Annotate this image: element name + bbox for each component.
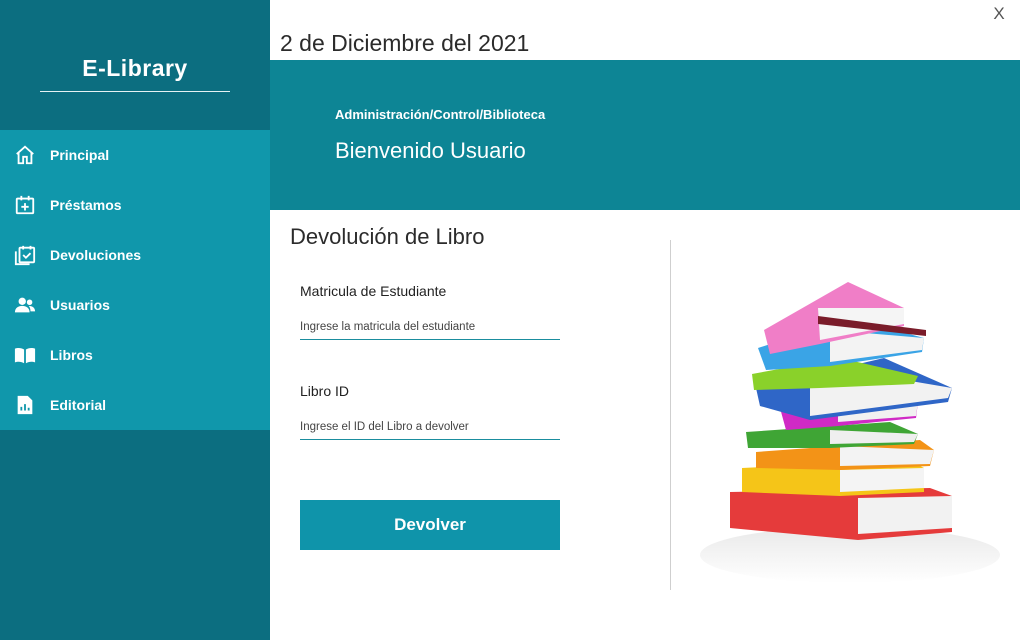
book-id-label: Libro ID (300, 383, 350, 399)
sidebar-item-label: Libros (50, 347, 93, 363)
current-date: 2 de Diciembre del 2021 (280, 30, 530, 56)
calendar-plus-icon (14, 194, 36, 216)
sidebar-item-label: Principal (50, 147, 110, 163)
home-icon (14, 144, 36, 166)
sidebar-item-editorial[interactable]: Editorial (0, 380, 270, 430)
sidebar-item-prestamos[interactable]: Préstamos (0, 180, 270, 230)
divider (670, 240, 671, 590)
sidebar-item-label: Usuarios (50, 297, 110, 313)
sidebar-item-label: Devoluciones (50, 247, 142, 263)
book-stack-illustration (700, 282, 1000, 583)
student-id-input[interactable] (300, 314, 560, 340)
users-icon (14, 294, 36, 316)
student-id-label: Matricula de Estudiante (300, 283, 447, 299)
calendar-check-icon (14, 244, 36, 266)
header-banner: Administración/Control/Biblioteca Bienve… (270, 60, 1020, 210)
sidebar: E-Library Principal Préstamos Devolucion… (0, 0, 270, 640)
breadcrumb: Administración/Control/Biblioteca (335, 107, 546, 122)
page-title: Devolución de Libro (290, 224, 485, 249)
report-icon (14, 394, 36, 416)
book-id-input[interactable] (300, 414, 560, 440)
sidebar-menu: Principal Préstamos Devoluciones Usuario… (0, 130, 270, 430)
book-open-icon (14, 344, 36, 366)
sidebar-item-principal[interactable]: Principal (0, 130, 270, 180)
close-button[interactable]: X (990, 4, 1008, 24)
welcome-message: Bienvenido Usuario (335, 138, 526, 163)
sidebar-item-label: Editorial (50, 397, 107, 413)
sidebar-item-libros[interactable]: Libros (0, 330, 270, 380)
app-title: E-Library (82, 55, 188, 81)
brand: E-Library (40, 52, 230, 92)
sidebar-item-usuarios[interactable]: Usuarios (0, 280, 270, 330)
sidebar-item-label: Préstamos (50, 197, 122, 213)
return-book-button[interactable]: Devolver (300, 500, 560, 550)
sidebar-item-devoluciones[interactable]: Devoluciones (0, 230, 270, 280)
